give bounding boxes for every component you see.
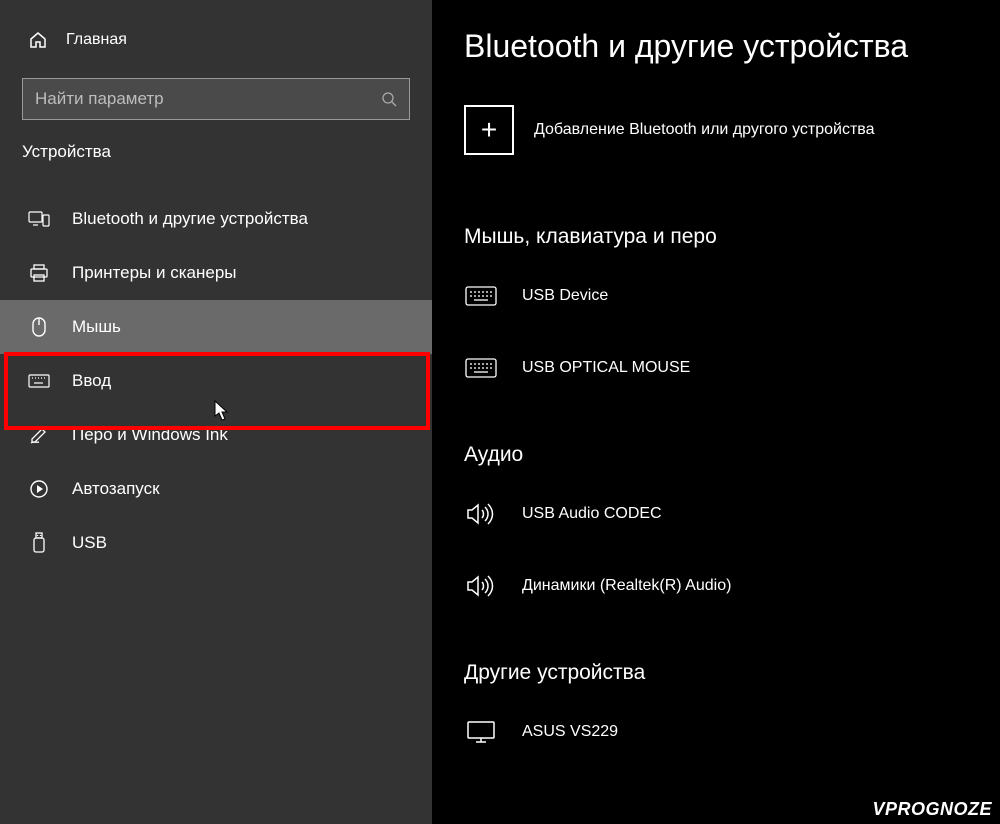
mouse-icon xyxy=(28,316,50,338)
monitor-icon xyxy=(464,719,498,745)
device-name: USB Device xyxy=(522,287,608,305)
sidebar-item-bluetooth[interactable]: Bluetooth и другие устройства xyxy=(0,192,432,246)
device-name: USB OPTICAL MOUSE xyxy=(522,359,690,377)
device-item[interactable]: ASUS VS229 xyxy=(464,707,968,779)
search-icon xyxy=(381,91,397,107)
sidebar-item-label: Ввод xyxy=(72,371,111,391)
sidebar-item-label: Bluetooth и другие устройства xyxy=(72,209,308,229)
sidebar-nav: Bluetooth и другие устройства Принтеры и… xyxy=(0,192,432,570)
sidebar-home[interactable]: Главная xyxy=(0,18,432,70)
section-audio: Аудио USB Audio CODEC xyxy=(464,443,968,633)
devices-icon xyxy=(28,208,50,230)
main-content: Bluetooth и другие устройства + Добавлен… xyxy=(432,0,1000,824)
sidebar-home-label: Главная xyxy=(66,31,127,49)
section-heading: Мышь, клавиатура и перо xyxy=(464,225,968,249)
sidebar-item-mouse[interactable]: Мышь xyxy=(0,300,432,354)
cursor-icon xyxy=(214,400,232,422)
speaker-icon xyxy=(464,573,498,599)
sidebar-item-printers[interactable]: Принтеры и сканеры xyxy=(0,246,432,300)
search-field[interactable] xyxy=(35,89,381,109)
speaker-icon xyxy=(464,501,498,527)
usb-icon xyxy=(28,532,50,554)
device-item[interactable]: USB OPTICAL MOUSE xyxy=(464,343,968,415)
device-item[interactable]: Динамики (Realtek(R) Audio) xyxy=(464,561,968,633)
sidebar-item-label: Мышь xyxy=(72,317,121,337)
sidebar-item-label: Перо и Windows Ink xyxy=(72,425,228,445)
section-heading: Другие устройства xyxy=(464,661,968,685)
keyboard-icon xyxy=(464,283,498,309)
watermark: VPROGNOZE xyxy=(872,799,992,820)
section-mouse-keyboard: Мышь, клавиатура и перо USB Device xyxy=(464,225,968,415)
pen-icon xyxy=(28,424,50,446)
keyboard-icon xyxy=(28,370,50,392)
device-name: Динамики (Realtek(R) Audio) xyxy=(522,577,731,595)
device-name: USB Audio CODEC xyxy=(522,505,662,523)
sidebar-item-label: USB xyxy=(72,533,107,553)
sidebar-item-label: Автозапуск xyxy=(72,479,160,499)
add-device-button[interactable]: + Добавление Bluetooth или другого устро… xyxy=(464,105,968,155)
plus-icon: + xyxy=(464,105,514,155)
autoplay-icon xyxy=(28,478,50,500)
home-icon xyxy=(28,30,48,50)
keyboard-icon xyxy=(464,355,498,381)
printer-icon xyxy=(28,262,50,284)
search-input[interactable] xyxy=(22,78,410,120)
device-item[interactable]: USB Device xyxy=(464,271,968,343)
page-title: Bluetooth и другие устройства xyxy=(464,28,968,65)
device-item[interactable]: USB Audio CODEC xyxy=(464,489,968,561)
device-name: ASUS VS229 xyxy=(522,723,618,741)
sidebar-category: Устройства xyxy=(0,142,432,180)
add-device-label: Добавление Bluetooth или другого устройс… xyxy=(534,121,875,139)
section-heading: Аудио xyxy=(464,443,968,467)
sidebar-item-usb[interactable]: USB xyxy=(0,516,432,570)
section-other: Другие устройства ASUS VS229 xyxy=(464,661,968,779)
sidebar-item-autoplay[interactable]: Автозапуск xyxy=(0,462,432,516)
sidebar-item-label: Принтеры и сканеры xyxy=(72,263,237,283)
